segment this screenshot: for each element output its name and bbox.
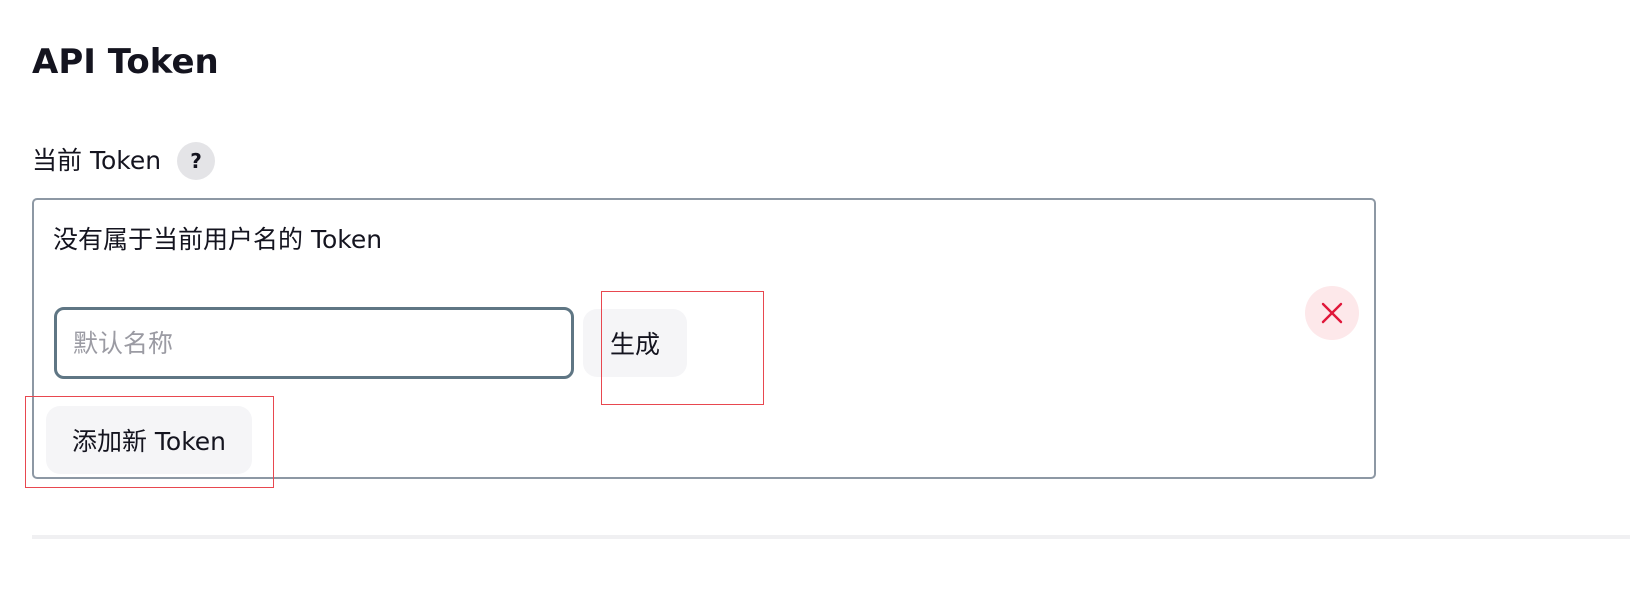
token-panel: 没有属于当前用户名的 Token 生成 添加新 Token xyxy=(32,198,1376,479)
add-token-button[interactable]: 添加新 Token xyxy=(46,406,252,474)
current-tokens-label: 当前 Token xyxy=(32,146,162,175)
current-tokens-header: 当前 Token ? xyxy=(32,141,216,181)
generate-button[interactable]: 生成 xyxy=(583,309,687,377)
page-title: API Token xyxy=(32,42,219,82)
empty-tokens-message: 没有属于当前用户名的 Token xyxy=(53,225,383,254)
help-button[interactable]: ? xyxy=(177,142,216,180)
section-divider xyxy=(32,535,1630,539)
token-name-input[interactable] xyxy=(54,307,574,379)
close-icon xyxy=(1320,301,1344,325)
api-token-settings-page: API Token 当前 Token ? 没有属于当前用户名的 Token 生成… xyxy=(0,0,1630,592)
remove-token-button[interactable] xyxy=(1305,286,1359,340)
